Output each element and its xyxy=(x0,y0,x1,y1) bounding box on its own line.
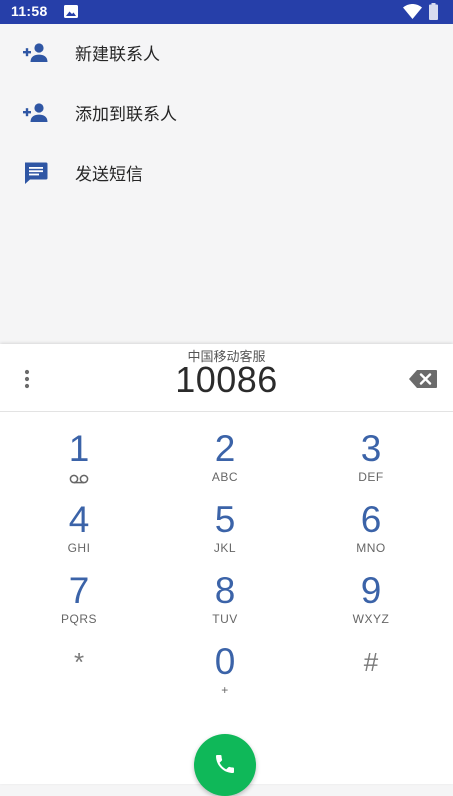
send-message-item[interactable]: 发送短信 xyxy=(0,144,453,204)
key-star[interactable]: * xyxy=(19,642,139,706)
battery-icon xyxy=(429,3,438,20)
key-digit: 8 xyxy=(214,570,236,611)
key-letters: TUV xyxy=(212,612,238,626)
key-digit: 6 xyxy=(360,499,382,540)
add-contact-icon xyxy=(23,43,48,62)
add-to-contact-item[interactable]: 添加到联系人 xyxy=(0,84,453,144)
number-display: 中国移动客服 10086 xyxy=(0,344,453,412)
key-0[interactable]: 0 + xyxy=(165,642,285,706)
send-message-label: 发送短信 xyxy=(75,165,143,185)
key-symbol: # xyxy=(363,647,379,677)
key-3[interactable]: 3 DEF xyxy=(311,429,431,493)
key-4[interactable]: 4 GHI xyxy=(19,500,139,564)
key-letters: WXYZ xyxy=(352,612,390,626)
dial-panel: 中国移动客服 10086 1 2 ABC 3 DEF 4 GHI 5 JKL 6… xyxy=(0,344,453,796)
key-digit: 9 xyxy=(360,570,382,611)
key-digit: 7 xyxy=(68,570,90,611)
key-digit: 4 xyxy=(68,499,90,540)
add-contact-icon xyxy=(23,103,48,122)
wifi-icon xyxy=(403,4,422,19)
key-symbol: * xyxy=(73,647,85,677)
voicemail-icon xyxy=(69,474,89,484)
new-contact-item[interactable]: 新建联系人 xyxy=(0,24,453,84)
key-5[interactable]: 5 JKL xyxy=(165,500,285,564)
key-digit: 3 xyxy=(360,428,382,469)
key-letters: JKL xyxy=(213,541,237,555)
new-contact-label: 新建联系人 xyxy=(75,45,160,65)
key-letters: DEF xyxy=(358,470,384,484)
message-icon xyxy=(25,162,48,184)
backspace-icon[interactable] xyxy=(408,369,438,389)
key-digit: 0 xyxy=(214,641,236,682)
key-7[interactable]: 7 PQRS xyxy=(19,571,139,635)
key-6[interactable]: 6 MNO xyxy=(311,500,431,564)
image-icon xyxy=(64,5,78,18)
phone-icon xyxy=(216,755,234,773)
add-to-contact-label: 添加到联系人 xyxy=(75,105,177,125)
key-digit: 2 xyxy=(214,428,236,469)
key-letters: GHI xyxy=(67,541,91,555)
status-time: 11:58 xyxy=(11,3,48,19)
key-letters: + xyxy=(221,683,229,697)
status-bar: 11:58 xyxy=(0,0,453,24)
key-1[interactable]: 1 xyxy=(19,429,139,493)
call-button[interactable] xyxy=(194,734,256,796)
key-letters: MNO xyxy=(356,541,386,555)
key-digit: 5 xyxy=(214,499,236,540)
action-list: 新建联系人 添加到联系人 发送短信 xyxy=(0,24,453,204)
key-9[interactable]: 9 WXYZ xyxy=(311,571,431,635)
key-letters: ABC xyxy=(211,470,239,484)
dialed-number[interactable]: 10086 xyxy=(0,359,453,401)
key-letters: PQRS xyxy=(60,612,97,626)
key-digit: 1 xyxy=(68,428,90,469)
key-2[interactable]: 2 ABC xyxy=(165,429,285,493)
key-8[interactable]: 8 TUV xyxy=(165,571,285,635)
key-hash[interactable]: # xyxy=(311,642,431,706)
